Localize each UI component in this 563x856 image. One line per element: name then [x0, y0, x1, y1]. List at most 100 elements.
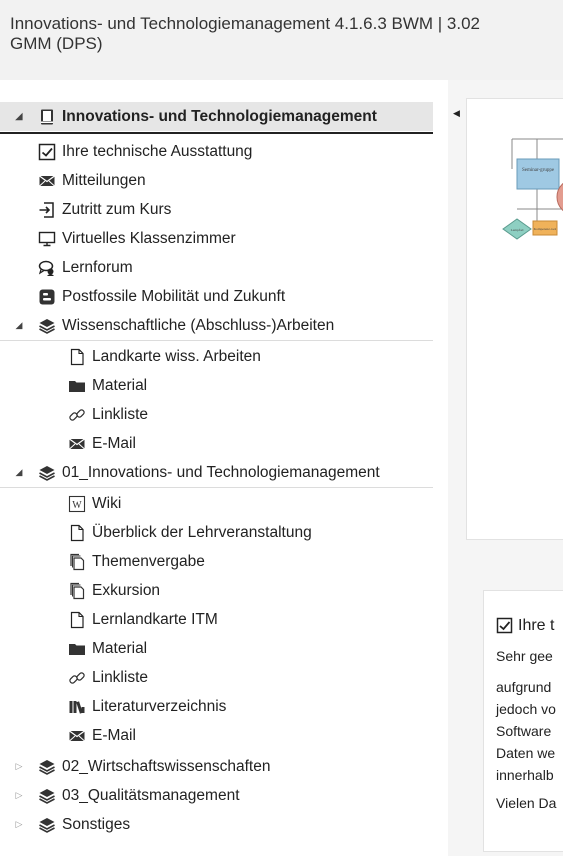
sidebar-item[interactable]: Material: [0, 371, 433, 400]
sidebar-item-label: Landkarte wiss. Arbeiten: [92, 347, 261, 365]
collapse-triangle-icon[interactable]: ◢: [14, 111, 24, 122]
sidebar-item[interactable]: Lernlandkarte ITM: [0, 605, 433, 634]
card-text-line: aufgrund: [496, 679, 552, 695]
course-title-line1: Innovations- und Technologiemanagement 4…: [10, 14, 481, 33]
sidebar-item-label: Virtuelles Klassenzimmer: [62, 229, 236, 247]
svg-text:W: W: [72, 500, 82, 511]
card-title: Ihre t: [496, 617, 554, 635]
envelope-icon: [68, 435, 86, 453]
card-text-line: Sehr gee: [496, 648, 553, 664]
folder-icon: [68, 377, 86, 395]
diagram-label-seminar: Seminar-gruppe: [522, 168, 555, 173]
sidebar-item[interactable]: Mitteilungen: [0, 166, 433, 195]
checkbox-icon: [496, 617, 513, 634]
blog-icon: [38, 288, 56, 306]
layers-icon: [38, 787, 56, 805]
envelope-icon: [38, 172, 56, 190]
sidebar-item[interactable]: Postfossile Mobilität und Zukunft: [0, 282, 433, 311]
learning-map-diagram: Seminar-gruppe M Kompetenz-tool Lernpfad: [502, 138, 563, 240]
sidebar-item-label: 03_Qualitätsmanagement: [62, 786, 240, 804]
wiki-icon: W: [68, 495, 86, 513]
sidebar-item-label: Exkursion: [92, 581, 161, 599]
main-content: ◀ Seminar-gruppe M Kompetenz-tool Lernpf…: [448, 80, 563, 856]
sidebar-item[interactable]: Literaturverzeichnis: [0, 692, 433, 721]
sidebar-item-label: Lernforum: [62, 258, 133, 276]
layers-icon: [38, 758, 56, 776]
sidebar-item[interactable]: Themenvergabe: [0, 547, 433, 576]
sidebar-item[interactable]: Virtuelles Klassenzimmer: [0, 224, 433, 253]
sidebar-item[interactable]: ◢ 01_Innovations- und Technologiemanageme…: [0, 458, 433, 488]
sidebar-item-label: Innovations- und Technologiemanagement: [62, 107, 377, 125]
sidebar-item[interactable]: Zutritt zum Kurs: [0, 195, 433, 224]
link-icon: [68, 406, 86, 424]
sidebar-item[interactable]: Lernforum: [0, 253, 433, 282]
sidebar-item[interactable]: Exkursion: [0, 576, 433, 605]
card-text-line: Vielen Da: [496, 795, 557, 811]
collapse-triangle-icon[interactable]: ◢: [14, 467, 24, 478]
sidebar-item[interactable]: ▷ 03_Qualitätsmanagement: [0, 781, 433, 810]
course-title-line2: GMM (DPS): [10, 34, 103, 53]
sidebar-item-label: Linkliste: [92, 405, 148, 423]
sidebar-item-label: Ihre technische Ausstattung: [62, 142, 253, 160]
sidebar-item[interactable]: W Wiki: [0, 489, 433, 518]
sidebar-item-label: Überblick der Lehrveranstaltung: [92, 523, 312, 541]
book-icon: [38, 108, 56, 126]
sidebar-item[interactable]: E-Mail: [0, 429, 433, 458]
sidebar-item-label: Material: [92, 376, 148, 394]
layers-icon: [38, 317, 56, 335]
sidebar-item-label: Linkliste: [92, 668, 148, 686]
sidebar-item-label: Zutritt zum Kurs: [62, 200, 172, 218]
sidebar-item-label: Wissenschaftliche (Abschluss-)Arbeiten: [62, 316, 335, 334]
card-text-line: innerhalb: [496, 767, 554, 783]
active-item-underline: [0, 132, 433, 134]
sidebar-item-label: Mitteilungen: [62, 171, 146, 189]
sidebar-item[interactable]: Überblick der Lehrveranstaltung: [0, 518, 433, 547]
collapse-sidebar-icon[interactable]: ◀: [453, 108, 460, 119]
enter-icon: [38, 201, 56, 219]
sidebar-item[interactable]: Linkliste: [0, 400, 433, 429]
card-text-line: Software: [496, 723, 552, 739]
sidebar-item-label: Themenvergabe: [92, 552, 205, 570]
card-title-text: Ihre t: [518, 617, 555, 634]
library-icon: [68, 698, 86, 716]
sidebar-item[interactable]: ▷ Sonstiges: [0, 810, 433, 839]
collapse-triangle-icon[interactable]: ◢: [14, 320, 24, 331]
page-icon: [68, 348, 86, 366]
sidebar-item[interactable]: Material: [0, 634, 433, 663]
folder-icon: [68, 640, 86, 658]
course-navigation-tree: ◢ Innovations- und Technologiemanagement I…: [0, 80, 449, 856]
sidebar-item-label: E-Mail: [92, 434, 136, 452]
envelope-icon: [68, 727, 86, 745]
sidebar-item-label: Sonstiges: [62, 815, 131, 833]
layers-icon: [38, 464, 56, 482]
diagram-label-path: Lernpfad: [511, 228, 524, 232]
sidebar-item[interactable]: E-Mail: [0, 721, 433, 750]
card-text-line: Daten we: [496, 745, 556, 761]
checkbox-icon: [38, 143, 56, 161]
page-icon: [68, 524, 86, 542]
sidebar-item[interactable]: Linkliste: [0, 663, 433, 692]
sidebar-item-label: Wiki: [92, 494, 122, 512]
sidebar-item-label: 01_Innovations- und Technologiemanagemen…: [62, 463, 380, 481]
learning-map-card: Seminar-gruppe M Kompetenz-tool Lernpfad: [466, 98, 563, 540]
course-header: Innovations- und Technologiemanagement 4…: [0, 0, 563, 80]
forum-icon: [38, 259, 56, 277]
expand-triangle-icon[interactable]: ▷: [14, 819, 24, 830]
expand-triangle-icon[interactable]: ▷: [14, 790, 24, 801]
copy-icon: [68, 553, 86, 571]
seminar-group-node: [516, 158, 560, 190]
expand-triangle-icon[interactable]: ▷: [14, 761, 24, 772]
equipment-notice-card: Ihre t Sehr gee aufgrund jedoch vo Softw…: [483, 590, 563, 852]
sidebar-item-label: 02_Wirtschaftswissenschaften: [62, 757, 271, 775]
sidebar-item-label: Postfossile Mobilität und Zukunft: [62, 287, 286, 305]
sidebar-item[interactable]: Ihre technische Ausstattung: [0, 137, 433, 166]
sidebar-item[interactable]: ▷ 02_Wirtschaftswissenschaften: [0, 752, 433, 781]
layers-icon: [38, 816, 56, 834]
sidebar-item-label: E-Mail: [92, 726, 136, 744]
sidebar-item[interactable]: ◢ Innovations- und Technologiemanagement: [0, 102, 433, 131]
diagram-label-competence: Kompetenz-tool: [534, 227, 557, 231]
sidebar-item-label: Material: [92, 639, 148, 657]
sidebar-item[interactable]: ◢ Wissenschaftliche (Abschluss-)Arbeiten: [0, 311, 433, 341]
sidebar-item[interactable]: Landkarte wiss. Arbeiten: [0, 342, 433, 371]
monitor-icon: [38, 230, 56, 248]
